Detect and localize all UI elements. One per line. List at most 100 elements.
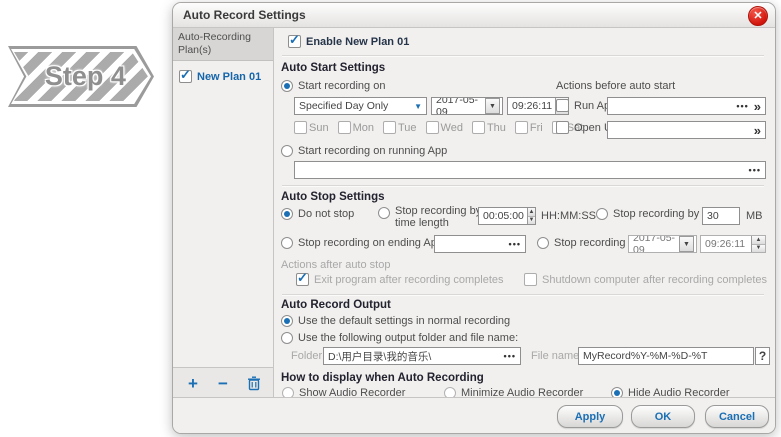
spin-up-icon[interactable]: ▲ [752,236,765,244]
date-dropdown-button[interactable]: ▼ [679,236,694,252]
file-name-input[interactable]: MyRecord%Y-%M-%D-%T [578,347,754,365]
running-app-input[interactable]: ••• [294,161,766,179]
spin-down-icon[interactable]: ▼ [528,216,535,225]
file-name-label-row: File name: [531,350,582,362]
display-mode-title: How to display when Auto Recording [281,372,484,384]
open-url-input[interactable]: » [607,121,766,139]
start-recording-on-radio[interactable] [281,80,293,92]
browse-ellipsis-icon[interactable]: ••• [504,351,516,361]
close-button[interactable]: ✕ [748,6,768,26]
wed-checkbox[interactable] [426,121,439,134]
thu-label: Thu [487,122,506,134]
custom-output-row: Use the following output folder and file… [281,332,518,344]
stop-on-ending-app-label: Stop recording on ending App [298,237,443,249]
shutdown-checkbox[interactable] [524,273,537,286]
apply-button[interactable]: Apply [557,405,623,428]
folder-value: D:\用户目录\我的音乐\ [328,349,500,364]
file-name-value: MyRecord%Y-%M-%D-%T [583,350,749,362]
start-on-running-app-row: Start recording on running App [281,145,447,157]
size-unit-label: MB [746,210,763,222]
time-spinner-buttons[interactable]: ▲ ▼ [527,208,535,224]
run-app-input[interactable]: ••• » [607,97,766,115]
ending-app-input[interactable]: ••• [434,235,526,253]
size-input[interactable]: 30 [702,207,740,225]
close-icon: ✕ [753,11,762,22]
start-time-value: 09:26:11 [512,100,552,112]
actions-before-start-row: Actions before auto start [556,80,675,92]
folder-label-row: Folder: [291,350,325,362]
remove-plan-button[interactable]: − [218,375,228,392]
stop-time-spinner[interactable]: 09:26:11 ▲ ▼ [700,235,766,253]
actions-before-start-label: Actions before auto start [556,80,675,92]
size-value: 30 [707,210,735,222]
sidebar-header: Auto-Recording Plan(s) [173,28,273,61]
chevron-down-icon: ▼ [489,103,496,110]
step-badge: Step 4 [8,46,154,107]
titlebar: Auto Record Settings ✕ [173,3,775,28]
tue-checkbox[interactable] [383,121,396,134]
step-badge-label: Step 4 [28,46,142,107]
default-output-label: Use the default settings in normal recor… [298,315,510,327]
stop-date-value: 2017-05-09 [633,235,679,253]
custom-output-label: Use the following output folder and file… [298,332,518,344]
exit-program-checkbox[interactable]: ✓ [296,273,309,286]
enable-plan-checkbox[interactable]: ✓ [288,35,301,48]
chevrons-icon[interactable]: » [754,124,761,137]
custom-output-radio[interactable] [281,332,293,344]
start-on-running-app-label: Start recording on running App [298,145,447,157]
time-length-spinner[interactable]: 00:05:00 ▲ ▼ [478,207,536,225]
start-date-picker[interactable]: 2017-05-09 ▼ [431,97,503,115]
plan-list-item[interactable]: ✓ New Plan 01 [173,61,273,83]
browse-ellipsis-icon[interactable]: ••• [736,101,748,111]
dialog-footer: Apply OK Cancel [173,397,775,433]
folder-label: Folder: [291,350,325,362]
add-plan-button[interactable]: + [188,375,198,392]
day-mode-select[interactable]: Specified Day Only ▼ [294,97,427,115]
dialog-title: Auto Record Settings [173,8,306,22]
file-name-help-button[interactable]: ? [755,347,770,365]
chevron-down-icon: ▼ [683,241,690,248]
sidebar: Auto-Recording Plan(s) ✓ New Plan 01 + − [173,28,274,398]
browse-ellipsis-icon[interactable]: ••• [749,165,761,175]
cancel-button[interactable]: Cancel [705,405,769,428]
spin-up-icon[interactable]: ▲ [528,208,535,216]
spin-down-icon[interactable]: ▼ [752,244,765,253]
folder-input[interactable]: D:\用户目录\我的音乐\ ••• [323,347,521,365]
stop-by-size-radio[interactable] [596,208,608,220]
auto-start-settings-title: Auto Start Settings [281,62,385,74]
shutdown-label: Shutdown computer after recording comple… [542,274,767,286]
ok-button[interactable]: OK [631,405,695,428]
do-not-stop-radio[interactable] [281,208,293,220]
fri-label: Fri [530,122,543,134]
auto-record-settings-dialog: Auto Record Settings ✕ Auto-Recording Pl… [172,2,776,434]
default-output-radio[interactable] [281,315,293,327]
plan-checkbox[interactable]: ✓ [179,70,192,83]
date-dropdown-button[interactable]: ▼ [485,98,500,114]
stop-on-ending-app-radio[interactable] [281,237,293,249]
settings-panel: ✓ Enable New Plan 01 Auto Start Settings… [274,28,774,398]
stop-time-value: 09:26:11 [705,238,748,250]
time-format-row: HH:MM:SS [541,210,596,222]
open-url-checkbox[interactable] [556,121,569,134]
start-date-value: 2017-05-09 [436,97,485,115]
start-recording-on-label: Start recording on [298,80,385,92]
exit-program-row: ✓ Exit program after recording completes [296,273,504,286]
delete-plan-button[interactable] [247,376,261,391]
start-on-running-app-radio[interactable] [281,145,293,157]
run-app-checkbox[interactable] [556,99,569,112]
stop-recording-on-radio[interactable] [537,237,549,249]
stop-date-picker[interactable]: 2017-05-09 ▼ [628,235,697,253]
time-spinner-buttons[interactable]: ▲ ▼ [751,236,765,252]
sun-checkbox[interactable] [294,121,307,134]
stop-by-time-radio[interactable] [378,207,390,219]
check-icon: ✓ [180,67,191,83]
fri-checkbox[interactable] [515,121,528,134]
auto-record-output-title: Auto Record Output [281,299,391,311]
separator [282,55,764,57]
chevrons-icon[interactable]: » [754,100,761,113]
plan-label: New Plan 01 [197,71,261,83]
mon-checkbox[interactable] [338,121,351,134]
thu-checkbox[interactable] [472,121,485,134]
separator [282,185,764,187]
browse-ellipsis-icon[interactable]: ••• [509,239,521,249]
